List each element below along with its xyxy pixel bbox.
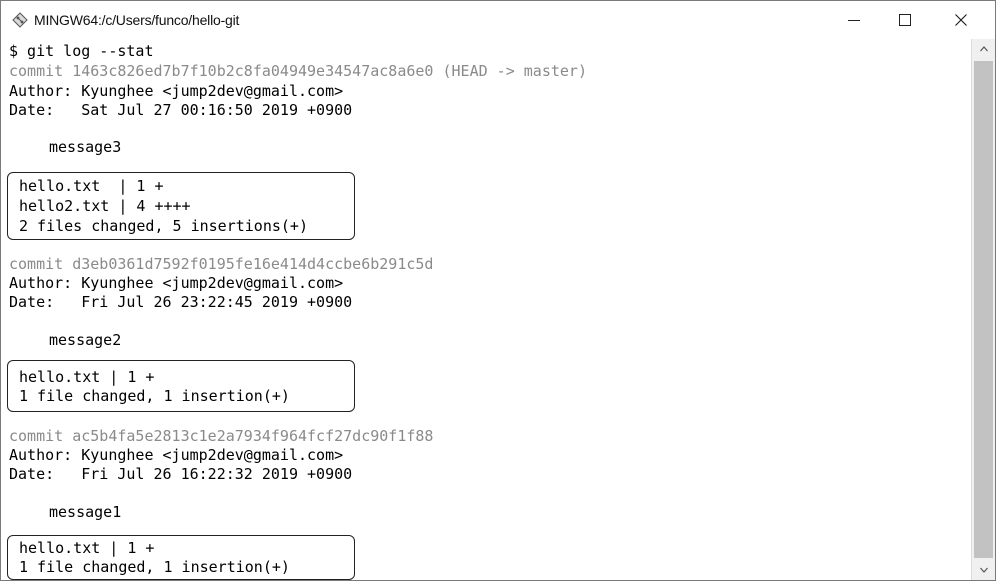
author-line: Author: Kyunghee <jump2dev@gmail.com>	[9, 82, 344, 100]
commit-message: message1	[49, 503, 122, 521]
stat-summary: 1 file changed, 1 insertion(+)	[19, 387, 290, 405]
stat-line: hello.txt | 1 +	[19, 177, 164, 195]
stat-line: hello2.txt | 4 ++++	[19, 197, 191, 215]
vertical-scrollbar[interactable]	[971, 39, 995, 580]
commit-message: message3	[49, 138, 122, 156]
close-button[interactable]	[939, 1, 985, 39]
window-title: MINGW64:/c/Users/funco/hello-git	[34, 12, 240, 28]
stat-summary: 1 file changed, 1 insertion(+)	[19, 558, 290, 576]
minimize-icon	[848, 20, 860, 21]
scroll-thumb[interactable]	[974, 61, 993, 558]
chevron-down-icon	[980, 567, 988, 573]
close-icon	[955, 14, 967, 26]
minimize-button[interactable]	[832, 1, 878, 39]
title-bar[interactable]: MINGW64:/c/Users/funco/hello-git	[1, 1, 995, 39]
scroll-down-button[interactable]	[972, 560, 995, 580]
commit-hash-line: commit d3eb0361d7592f0195fe16e414d4ccbe6…	[9, 255, 434, 273]
date-line: Date: Fri Jul 26 16:22:32 2019 +0900	[9, 465, 353, 483]
stat-summary: 2 files changed, 5 insertions(+)	[19, 217, 308, 235]
stat-line: hello.txt | 1 +	[19, 539, 155, 557]
commit-message: message2	[49, 331, 122, 349]
file-stat-box: hello.txt | 1 + hello2.txt | 4 ++++ 2 fi…	[7, 172, 355, 240]
chevron-up-icon	[980, 46, 988, 52]
git-bash-icon	[11, 12, 29, 28]
maximize-icon	[899, 14, 911, 26]
author-line: Author: Kyunghee <jump2dev@gmail.com>	[9, 446, 344, 464]
maximize-button[interactable]	[883, 1, 929, 39]
author-line: Author: Kyunghee <jump2dev@gmail.com>	[9, 274, 344, 292]
file-stat-box: hello.txt | 1 + 1 file changed, 1 insert…	[7, 360, 355, 412]
stat-line: hello.txt | 1 +	[19, 368, 155, 386]
scroll-up-button[interactable]	[972, 39, 995, 59]
terminal-output[interactable]: $ git log --stat commit 1463c826ed7b7f10…	[1, 39, 971, 580]
date-line: Date: Sat Jul 27 00:16:50 2019 +0900	[9, 101, 353, 119]
commit-hash-line: commit 1463c826ed7b7f10b2c8fa04949e34547…	[9, 62, 587, 80]
date-line: Date: Fri Jul 26 23:22:45 2019 +0900	[9, 293, 353, 311]
commit-hash-line: commit ac5b4fa5e2813c1e2a7934f964fcf27dc…	[9, 427, 434, 445]
terminal-window: MINGW64:/c/Users/funco/hello-git $ git l…	[0, 0, 996, 581]
command-line: $ git log --stat	[9, 42, 154, 60]
file-stat-box: hello.txt | 1 + 1 file changed, 1 insert…	[7, 535, 355, 580]
